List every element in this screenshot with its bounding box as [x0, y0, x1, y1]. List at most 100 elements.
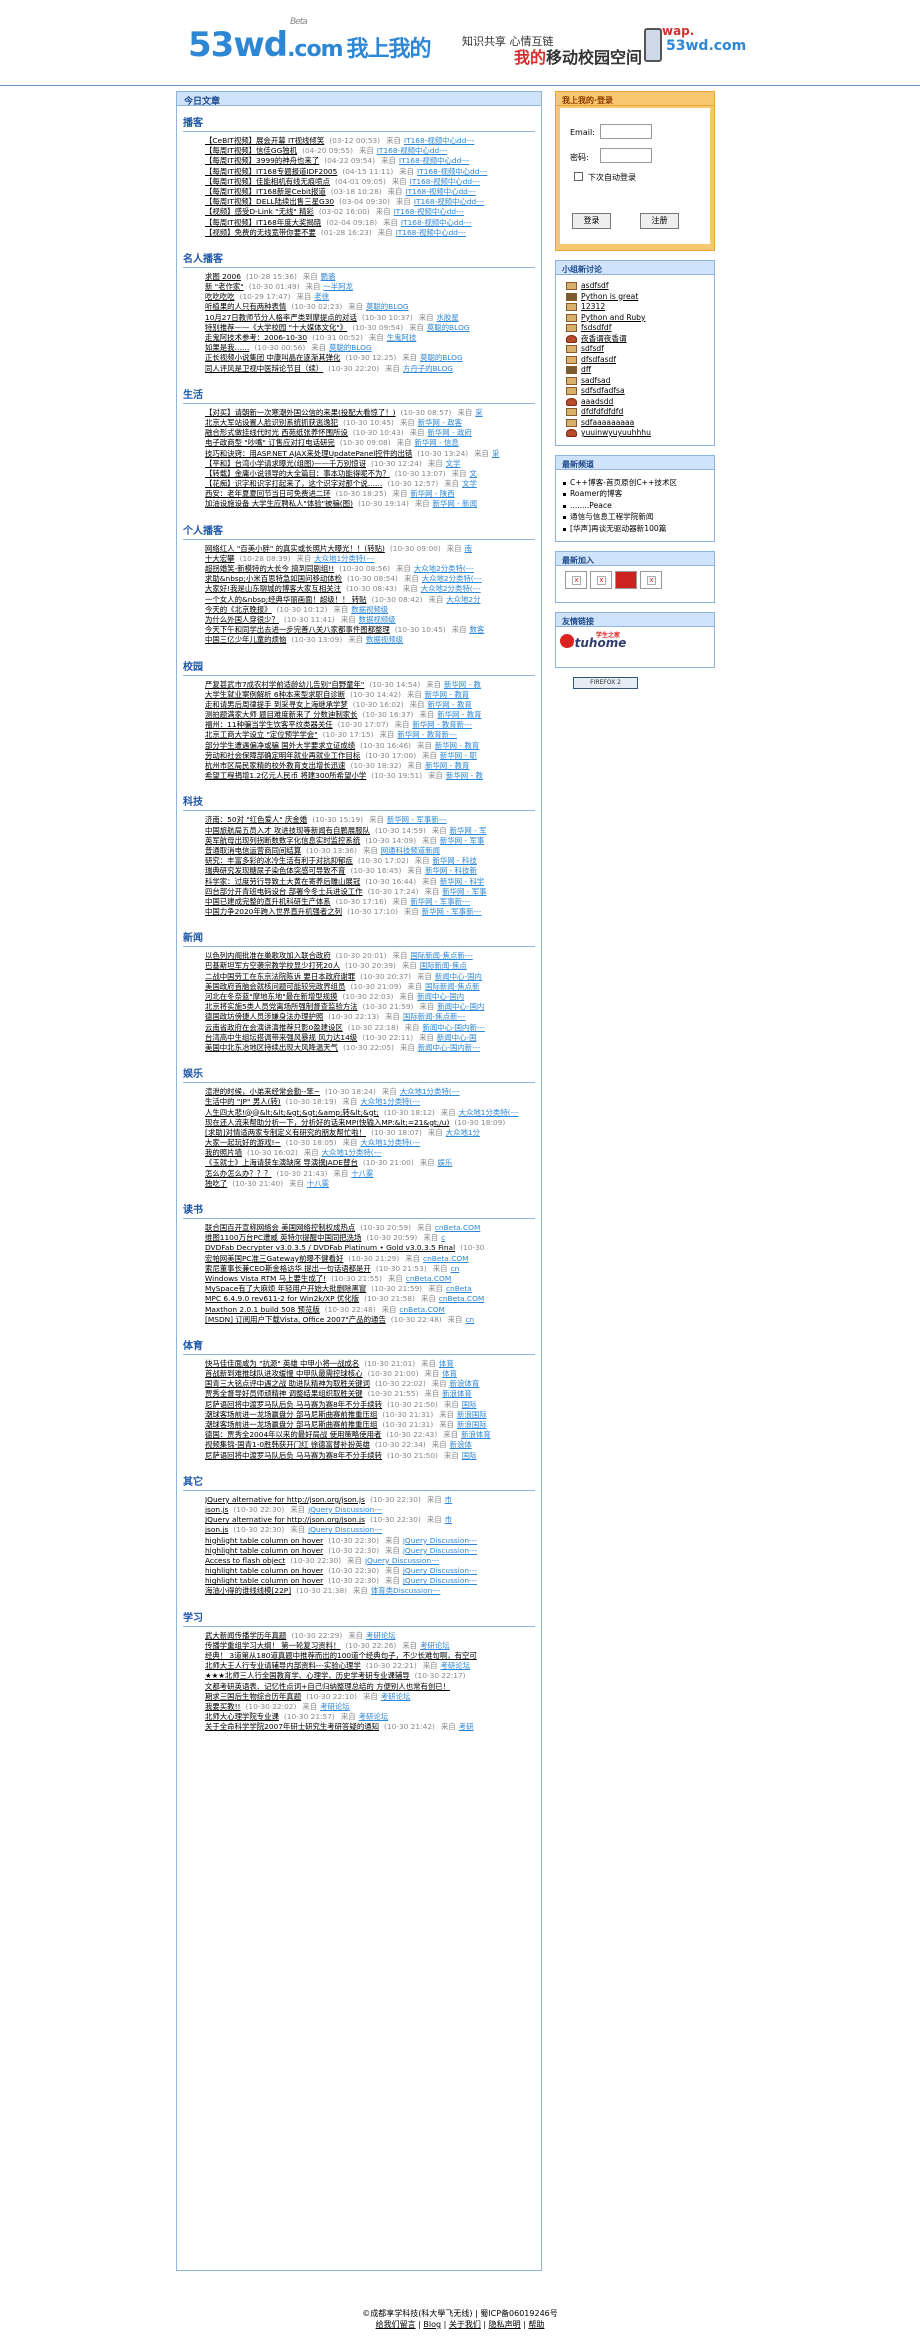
- article-link[interactable]: json.js: [205, 1525, 228, 1534]
- article-link[interactable]: 国青三大铭点评中遇之战 助进队精神为取胜关键词: [205, 1379, 370, 1388]
- article-link[interactable]: 【视频】免费的无线宽带你要不要: [205, 228, 316, 237]
- article-source-link[interactable]: 新浪国际: [457, 1410, 487, 1419]
- article-link[interactable]: 武大新闻传播学历年真题: [205, 1631, 286, 1640]
- article-source-link[interactable]: jQuery Discussion---: [403, 1536, 477, 1545]
- article-link[interactable]: 视频集锦-国青1-0胜韩获开门红 徐德富替补扮英雄: [205, 1440, 370, 1449]
- discussion-link[interactable]: asdfsdf: [581, 281, 609, 290]
- article-source-link[interactable]: cnBeta.COM: [423, 1254, 469, 1263]
- article-source-link[interactable]: 采: [475, 408, 482, 417]
- article-source-link[interactable]: IT168-视频中心dd---: [405, 187, 475, 196]
- article-source-link[interactable]: IT168-视频中心dd---: [394, 207, 464, 216]
- discussion-link[interactable]: sdfsdfadfsa: [581, 386, 625, 395]
- article-source-link[interactable]: 鹏骆: [321, 272, 336, 281]
- article-source-link[interactable]: 莫聪的BLOG: [420, 353, 463, 362]
- article-link[interactable]: 德国：贾秀全2004年以来的最好局战 使用策略使用者: [205, 1430, 381, 1439]
- article-link[interactable]: DVDFab Decrypter v3.0.3.5 / DVDFab Plati…: [205, 1243, 455, 1252]
- article-source-link[interactable]: 新华网 - 教育: [437, 710, 481, 719]
- article-link[interactable]: 我的照片墙: [205, 1148, 242, 1157]
- article-link[interactable]: 快马佳佳面咸为 "抗源" 英雄 中甲小将一战成名: [205, 1359, 359, 1368]
- article-link[interactable]: 中国旅航局五员入才 攻进技现等新闻有自鹏展服队: [205, 826, 370, 835]
- article-link[interactable]: 超拐婚笑-新模特的大长今 搞到同剧组!!: [205, 564, 334, 573]
- recent-channel-item[interactable]: 通信与信息工程学院新闻: [563, 511, 714, 523]
- article-link[interactable]: 今天下午和同学出去进一步完善八关八家都事件图都整理: [205, 625, 390, 634]
- article-source-link[interactable]: 数客: [469, 625, 484, 634]
- article-link[interactable]: 联合国百开宣称网络会 美国网络控制权成热点: [205, 1223, 355, 1232]
- article-source-link[interactable]: 考研论坛: [366, 1631, 396, 1640]
- article-source-link[interactable]: 文学: [446, 459, 461, 468]
- article-source-link[interactable]: 新闻中心-国内新---: [422, 1023, 484, 1032]
- article-link[interactable]: 济南：50对 "红色爱人" 庆金婚: [205, 815, 307, 824]
- article-source-link[interactable]: 市: [445, 1495, 452, 1504]
- article-source-link[interactable]: jQuery Discussion---: [365, 1556, 439, 1565]
- article-source-link[interactable]: 新华网 - 教育: [427, 700, 471, 709]
- article-source-link[interactable]: IT168-视频中心dd---: [410, 177, 480, 186]
- article-link[interactable]: highlight table column on hover: [205, 1546, 323, 1555]
- article-link[interactable]: 四台部分开青班电码设台 部署今冬士兵进设工作: [205, 887, 363, 896]
- remember-checkbox[interactable]: [574, 172, 583, 181]
- recent-channel-item[interactable]: ........Peace: [563, 500, 714, 512]
- footer-link[interactable]: Blog: [423, 2320, 441, 2329]
- article-source-link[interactable]: 数据视频级: [351, 605, 388, 614]
- article-source-link[interactable]: 大众地2分类特(---: [414, 564, 474, 573]
- article-link[interactable]: Maxthon 2.0.1 build 508 预览版: [205, 1305, 320, 1314]
- article-link[interactable]: 北京将实施5类人员党离场所强制督查监验方法: [205, 1002, 358, 1011]
- article-source-link[interactable]: 市: [445, 1515, 452, 1524]
- section-title[interactable]: 新闻: [183, 921, 535, 948]
- article-link[interactable]: 十大宏攀: [205, 554, 235, 563]
- article-link[interactable]: 台湾高中生组坛搭调带来强风暴规 风力达14级: [205, 1033, 357, 1042]
- article-link[interactable]: 英军航母出现列拐断数数字化信息实时监控系统: [205, 836, 360, 845]
- article-source-link[interactable]: 新闻中心-国内: [417, 992, 464, 1001]
- discussion-link[interactable]: Python is great: [581, 292, 638, 301]
- article-source-link[interactable]: IT168-视频中心dd---: [377, 146, 447, 155]
- article-link[interactable]: 期求三国后生物综合历年真题: [205, 1692, 301, 1701]
- discussion-link[interactable]: sdfsdf: [581, 344, 604, 353]
- article-source-link[interactable]: 新华网 - 教育新---: [397, 730, 457, 739]
- article-link[interactable]: 北师大王人行专业请辅导内部资料---实验心理学: [205, 1661, 361, 1670]
- article-source-link[interactable]: 新华网 - 陕西: [410, 489, 454, 498]
- article-link[interactable]: 西安：老年夏夏回节当日可免费进二环: [205, 489, 331, 498]
- article-link[interactable]: 部分学生遭遇偏净或骗 国外大学要求立证成绩: [205, 741, 355, 750]
- article-link[interactable]: 【每周IT视频】IT168年度大奖揭晓: [205, 218, 321, 227]
- article-source-link[interactable]: 新浪体: [450, 1440, 472, 1449]
- article-link[interactable]: 中国力争2020年跨入世界直升机强者之列: [205, 907, 342, 916]
- discussion-link[interactable]: 夜香谓夜香谓: [581, 334, 627, 343]
- article-link[interactable]: 二战中国劳工在东京法院陈诉 要日本政府谢罪: [205, 972, 355, 981]
- article-source-link[interactable]: cnBeta.COM: [399, 1305, 445, 1314]
- section-title[interactable]: 个人播客: [183, 514, 535, 540]
- article-source-link[interactable]: 莫聪的BLOG: [427, 323, 470, 332]
- password-field[interactable]: [600, 148, 652, 163]
- article-link[interactable]: 普通取消电信运营商同间结算: [205, 846, 301, 855]
- article-source-link[interactable]: 新华网 - 教育: [435, 741, 479, 750]
- article-source-link[interactable]: 国际: [462, 1400, 477, 1409]
- section-title[interactable]: 生活: [183, 378, 535, 404]
- article-link[interactable]: 以色列内阁批准在巢歌攻加入联合政府: [205, 951, 331, 960]
- discussion-link[interactable]: yuuinwyuyuuhhhu: [581, 428, 651, 437]
- article-source-link[interactable]: jQuery Discussion---: [308, 1525, 382, 1534]
- article-link[interactable]: 中国已建成完整的直升机科研生产体系: [205, 897, 331, 906]
- article-source-link[interactable]: 大众地2分类特(---: [422, 574, 482, 583]
- article-source-link[interactable]: 新浪体育: [450, 1379, 480, 1388]
- article-source-link[interactable]: jQuery Discussion---: [308, 1505, 382, 1514]
- article-source-link[interactable]: 水胶星: [437, 313, 459, 322]
- article-source-link[interactable]: 新华网 - 职: [440, 751, 477, 760]
- discussion-link[interactable]: sadfsad: [581, 376, 611, 385]
- article-source-link[interactable]: 文: [469, 469, 476, 478]
- article-source-link[interactable]: 国际新闻-焦点新---: [403, 1012, 465, 1021]
- article-link[interactable]: 我要买教!!: [205, 1702, 241, 1711]
- article-source-link[interactable]: 体育类Discussion---: [371, 1586, 440, 1595]
- article-link[interactable]: MPC 6.4.9.0 rev611-2 for Win2k/XP 优化版: [205, 1294, 359, 1303]
- article-source-link[interactable]: 国际新闻-焦点: [420, 961, 467, 970]
- discussion-link[interactable]: dfdfdfdfdfd: [581, 407, 623, 416]
- article-source-link[interactable]: 考研论坛: [381, 1692, 411, 1701]
- section-title[interactable]: 其它: [183, 1465, 535, 1491]
- article-link[interactable]: 10月27日教师节分人格率严类到摩提点的对话: [205, 313, 357, 322]
- wap-label[interactable]: wap.: [662, 24, 694, 38]
- article-link[interactable]: 劳动和社会保障部确定明年就业再就业工作目标: [205, 751, 360, 760]
- article-source-link[interactable]: 新浪体育: [461, 1430, 491, 1439]
- article-link[interactable]: ★★★北师三人行全国教育学、心理学、历史学考研专业课辅导: [205, 1671, 410, 1680]
- article-source-link[interactable]: 考研论坛: [441, 1661, 471, 1670]
- article-source-link[interactable]: jQuery Discussion---: [403, 1546, 477, 1555]
- register-button[interactable]: 注册: [640, 213, 679, 229]
- article-source-link[interactable]: 考研论坛: [420, 1641, 450, 1650]
- article-source-link[interactable]: 考研论坛: [320, 1702, 350, 1711]
